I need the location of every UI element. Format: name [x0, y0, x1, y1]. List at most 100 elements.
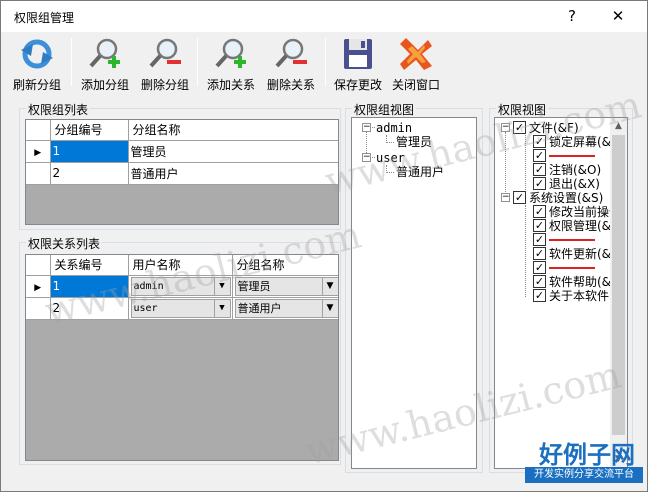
permission-view-label: 权限视图 — [496, 101, 549, 118]
main-window: 权限组管理 ? ✕ 刷新分组 添加分组 删除分组 添加关系 删除关系 保存更改 … — [0, 0, 648, 492]
tree-line — [386, 172, 394, 173]
close-window-icon — [400, 38, 432, 70]
save-changes-button[interactable]: 保存更改 — [329, 32, 387, 94]
table-row[interactable]: 2 user ▼ 普通用户 ▼ — [26, 297, 338, 320]
tree-node-user[interactable]: user — [376, 151, 405, 165]
group-select[interactable]: 普通用户 ▼ — [234, 298, 338, 318]
delete-group-button[interactable]: 删除分组 — [135, 32, 195, 94]
checkbox-checked-icon[interactable]: ✓ — [533, 275, 546, 288]
tree-node-user-group[interactable]: 普通用户 — [396, 165, 444, 179]
checkbox-checked-icon[interactable]: ✓ — [513, 121, 526, 134]
save-icon — [344, 39, 372, 69]
delete-relation-label: 删除关系 — [266, 78, 315, 92]
column-header-user-name[interactable]: 用户名称 — [128, 255, 233, 276]
user-select[interactable]: user ▼ — [130, 298, 231, 318]
scroll-up-icon[interactable]: ▲ — [610, 118, 627, 135]
user-combo-cell[interactable]: admin ▼ — [128, 275, 233, 298]
tree-node-admin[interactable]: admin — [376, 121, 412, 135]
group-select[interactable]: 管理员 ▼ — [234, 276, 338, 296]
checkbox-checked-icon[interactable]: ✓ — [533, 289, 546, 302]
column-header-group-id[interactable]: 分组编号 — [50, 120, 129, 141]
delete-relation-icon — [275, 38, 307, 68]
checkbox-checked-icon[interactable]: ✓ — [533, 163, 546, 176]
tree-line — [386, 142, 394, 143]
chevron-down-icon[interactable]: ▼ — [213, 277, 230, 295]
chevron-down-icon[interactable]: ▼ — [213, 299, 230, 317]
delete-group-label: 删除分组 — [140, 78, 189, 92]
checkbox-checked-icon[interactable]: ✓ — [533, 149, 546, 162]
user-select-value: user — [133, 302, 158, 314]
user-combo-cell[interactable]: user ▼ — [128, 297, 233, 320]
group-combo-cell[interactable]: 普通用户 ▼ — [232, 297, 338, 320]
collapse-icon[interactable]: − — [362, 153, 371, 162]
table-row[interactable]: ▶ 1 admin ▼ 管理员 ▼ — [26, 275, 338, 298]
close-window-button[interactable]: 关闭窗口 — [387, 32, 445, 94]
group-grid[interactable]: 分组编号 分组名称 ▶ 1 管理员 2 普通用户 — [25, 119, 339, 225]
refresh-group-label: 刷新分组 — [12, 78, 61, 92]
refresh-group-button[interactable]: 刷新分组 — [5, 32, 69, 94]
separator-line — [549, 155, 595, 157]
relation-grid[interactable]: 关系编号 用户名称 分组名称 ▶ 1 admin ▼ 管理员 ▼ 2 user ▼ — [25, 254, 339, 461]
permission-tree[interactable]: − ✓ 文件(&F) ✓ 锁定屏幕(&L) ✓ ✓ 注销(&O) ✓ 退出(&X… — [494, 117, 628, 469]
column-header-group-name[interactable]: 分组名称 — [232, 255, 338, 276]
refresh-icon — [21, 39, 53, 69]
chevron-down-icon[interactable]: ▼ — [321, 277, 338, 295]
separator-line — [549, 267, 595, 269]
group-id-cell[interactable]: 2 — [50, 162, 129, 185]
chevron-down-icon[interactable]: ▼ — [321, 299, 338, 317]
close-button[interactable]: ✕ — [603, 5, 633, 27]
group-id-cell[interactable]: 1 — [50, 140, 129, 163]
add-relation-label: 添加关系 — [206, 78, 255, 92]
delete-group-icon — [149, 38, 181, 68]
checkbox-checked-icon[interactable]: ✓ — [533, 205, 546, 218]
perm-logout[interactable]: 注销(&O) — [549, 163, 601, 177]
checkbox-checked-icon[interactable]: ✓ — [533, 177, 546, 190]
vertical-scrollbar[interactable]: ▲ ▼ — [610, 118, 627, 468]
window-title: 权限组管理 — [14, 11, 75, 25]
relation-id-cell[interactable]: 2 — [50, 297, 129, 320]
add-relation-icon — [215, 38, 246, 68]
row-pointer-icon: ▶ — [26, 140, 51, 163]
add-group-button[interactable]: 添加分组 — [75, 32, 135, 94]
save-changes-label: 保存更改 — [333, 78, 382, 92]
checkbox-checked-icon[interactable]: ✓ — [533, 233, 546, 246]
collapse-icon[interactable]: − — [501, 123, 510, 132]
perm-exit[interactable]: 退出(&X) — [549, 177, 600, 191]
checkbox-checked-icon[interactable]: ✓ — [533, 135, 546, 148]
tree-node-admin-group[interactable]: 管理员 — [396, 135, 432, 149]
separator-line — [549, 239, 595, 241]
group-combo-cell[interactable]: 管理员 ▼ — [232, 275, 338, 298]
checkbox-checked-icon[interactable]: ✓ — [533, 219, 546, 232]
toolbar-separator — [71, 38, 72, 86]
checkbox-checked-icon[interactable]: ✓ — [513, 191, 526, 204]
group-name-cell[interactable]: 管理员 — [128, 140, 338, 163]
collapse-icon[interactable]: − — [501, 193, 510, 202]
row-header-corner — [26, 120, 51, 141]
delete-relation-button[interactable]: 删除关系 — [261, 32, 321, 94]
column-header-group-name[interactable]: 分组名称 — [128, 120, 338, 141]
row-header-corner — [26, 255, 51, 276]
toolbar: 刷新分组 添加分组 删除分组 添加关系 删除关系 保存更改 关闭窗口 — [1, 32, 647, 94]
relation-list-label: 权限关系列表 — [26, 235, 103, 252]
table-row[interactable]: 2 普通用户 — [26, 162, 338, 185]
column-header-relation-id[interactable]: 关系编号 — [50, 255, 129, 276]
row-header — [26, 162, 51, 185]
help-button[interactable]: ? — [557, 5, 587, 27]
row-header — [26, 297, 51, 320]
group-list-label: 权限组列表 — [26, 101, 91, 118]
perm-system-settings[interactable]: 系统设置(&S) — [529, 191, 603, 205]
close-window-label: 关闭窗口 — [391, 78, 440, 92]
table-row[interactable]: ▶ 1 管理员 — [26, 140, 338, 163]
group-name-cell[interactable]: 普通用户 — [128, 162, 338, 185]
relation-id-cell[interactable]: 1 — [50, 275, 129, 298]
group-tree[interactable]: − admin 管理员 − user 普通用户 — [351, 117, 477, 469]
user-select[interactable]: admin ▼ — [130, 276, 231, 296]
scroll-thumb[interactable] — [612, 135, 625, 435]
toolbar-separator — [197, 38, 198, 86]
checkbox-checked-icon[interactable]: ✓ — [533, 261, 546, 274]
collapse-icon[interactable]: − — [362, 123, 371, 132]
tree-line — [525, 135, 526, 198]
checkbox-checked-icon[interactable]: ✓ — [533, 247, 546, 260]
perm-file[interactable]: 文件(&F) — [529, 121, 579, 135]
add-relation-button[interactable]: 添加关系 — [201, 32, 261, 94]
